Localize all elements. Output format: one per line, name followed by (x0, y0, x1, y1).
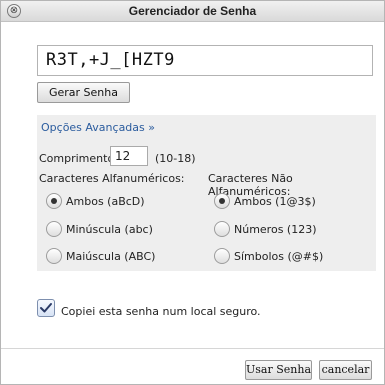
length-range-hint: (10-18) (155, 152, 196, 165)
cancel-button[interactable]: cancelar (319, 360, 372, 380)
confirm-copied-label: Copiei esta senha num local seguro. (61, 305, 261, 318)
radio-button[interactable] (214, 193, 230, 209)
radio-button[interactable] (46, 193, 62, 209)
radio-label: Símbolos (@#$) (234, 250, 324, 263)
radio-button[interactable] (214, 221, 230, 237)
radio-label: Números (123) (234, 223, 317, 236)
radio-label: Ambos (aBcD) (66, 195, 145, 208)
dialog-title: Gerenciador de Senha (128, 4, 257, 18)
checkmark-icon (40, 303, 52, 313)
confirm-copied-checkbox[interactable] (37, 299, 55, 317)
length-label: Comprimento: (39, 152, 118, 165)
generate-password-button[interactable]: Gerar Senha (37, 82, 130, 103)
advanced-options-panel: Opções Avançadas » Comprimento: 12 (10-1… (37, 115, 376, 271)
radio-button[interactable] (46, 221, 62, 237)
footer-divider (1, 348, 384, 349)
radio-button[interactable] (214, 248, 230, 264)
generated-password-field[interactable]: R3T,+J_[HZT9 (37, 45, 373, 76)
password-manager-dialog: ⊗ Gerenciador de Senha R3T,+J_[HZT9 Gera… (0, 0, 385, 385)
length-input[interactable]: 12 (110, 146, 148, 166)
alphanumeric-title: Caracteres Alfanuméricos: (39, 172, 185, 185)
radio-label: Maiúscula (ABC) (66, 250, 156, 263)
radio-label: Minúscula (abc) (66, 223, 153, 236)
radio-button[interactable] (46, 248, 62, 264)
advanced-options-link[interactable]: Opções Avançadas » (41, 121, 155, 134)
use-password-button[interactable]: Usar Senha (245, 360, 312, 380)
title-bar: ⊗ Gerenciador de Senha (1, 1, 384, 22)
radio-label: Ambos (1@3$) (234, 195, 316, 208)
